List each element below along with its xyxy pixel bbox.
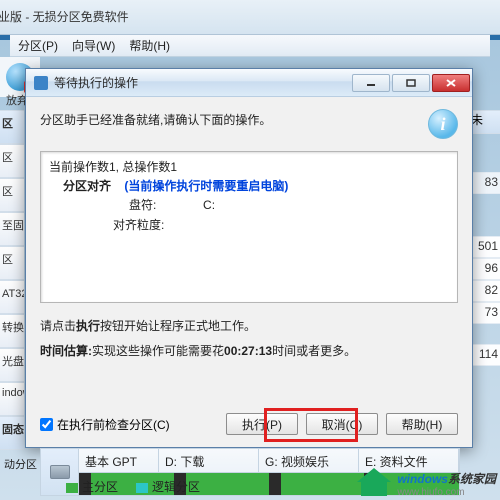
legend-primary-label: 主分区 [82,480,118,494]
dialog-title-icon [34,76,48,90]
operations-list[interactable]: 当前操作数1, 总操作数1 分区对齐 (当前操作执行时需要重启电脑) 盘符: C… [40,151,458,303]
size-value: 83 [470,172,500,194]
outer-window-titlebar: 业版 - 无损分区免费软件 [0,0,500,35]
right-column-header: 未 [470,110,500,134]
cancel-button[interactable]: 取消(C) [306,413,378,435]
time-estimate: 时间估算:实现这些操作可能需要花00:27:13时间或者更多。 [40,342,458,359]
size-value: 73 [470,302,500,324]
minimize-button[interactable] [352,74,390,92]
op-align-label: 分区对齐 [63,179,111,193]
partition-g[interactable]: G: 视频娱乐 [259,449,359,472]
check-before-execute-label: 在执行前检查分区(C) [57,416,170,433]
sidebar-item[interactable]: 固态硬 [0,416,24,450]
disk-icon [50,465,70,479]
partition-d[interactable]: D: 下载 [159,449,259,472]
house-icon [359,470,393,498]
menu-partition[interactable]: 分区(P) [18,37,58,54]
sidebar-item[interactable]: 至固 [0,212,24,246]
sidebar-item[interactable]: indows 7/ [0,382,24,416]
execute-button[interactable]: 执行(P) [226,413,298,435]
help-button[interactable]: 帮助(H) [386,413,458,435]
dialog-title: 等待执行的操作 [54,74,350,91]
sidebar-item[interactable]: 区 [0,144,24,178]
dialog-intro-text: 分区助手已经准备就绪,请确认下面的操作。 [40,109,428,128]
watermark-url: www.hiufo.com [397,487,496,498]
drive-letter-label: 盘符: [129,198,156,212]
size-value: 501 [470,236,500,258]
disk-scheme-label: 基本 GPT [79,449,159,472]
size-value: 96 [470,258,500,280]
sidebar-item[interactable]: 区 [0,178,24,212]
left-sidebar: 区 区 区 至固 区 AT32转 转换器 光盘 indows 7/ 固态硬 [0,110,24,450]
right-size-column: 未 83 501 96 82 73 114 [470,110,500,450]
op-restart-warning: (当前操作执行时需要重启电脑) [124,179,288,193]
disk-side-label: 动分区 [4,456,37,472]
size-value: 114 [470,344,500,366]
sidebar-item[interactable]: 光盘 [0,348,24,382]
maximize-button[interactable] [392,74,430,92]
menu-wizard[interactable]: 向导(W) [72,37,115,54]
sidebar-item[interactable]: AT32转 [0,280,24,314]
close-button[interactable] [432,74,470,92]
legend-swatch-logical [136,483,148,493]
pending-operations-dialog: 等待执行的操作 分区助手已经准备就绪,请确认下面的操作。 i 当前操作数1, 总… [25,68,473,448]
size-value: 82 [470,280,500,302]
legend-logical-label: 逻辑分区 [152,480,200,494]
outer-window-title: 业版 - 无损分区免费软件 [0,8,129,25]
watermark-suffix: 系统家园 [448,472,496,486]
alignment-granularity-label: 对齐粒度: [113,218,164,232]
sidebar-item[interactable]: 区 [0,246,24,280]
ops-summary: 当前操作数1, 总操作数1 [49,158,449,177]
sidebar-item[interactable]: 转换器 [0,314,24,348]
menu-help[interactable]: 帮助(H) [129,37,170,54]
dialog-titlebar[interactable]: 等待执行的操作 [26,69,472,97]
watermark: windows系统家园 www.hiufo.com [359,470,496,498]
partition-legend: 主分区 逻辑分区 [66,478,200,495]
info-icon: i [428,109,458,139]
check-before-execute-input[interactable] [40,418,53,431]
hint-text: 请点击执行按钮开始让程序正式地工作。 [40,317,458,334]
check-before-execute-checkbox[interactable]: 在执行前检查分区(C) [40,416,170,433]
watermark-brand: windows [397,472,448,486]
legend-swatch-primary [66,483,78,493]
drive-letter-value: C: [203,198,215,212]
sidebar-item[interactable]: 区 [0,110,24,144]
outer-menubar: 分区(P) 向导(W) 帮助(H) [10,35,490,57]
